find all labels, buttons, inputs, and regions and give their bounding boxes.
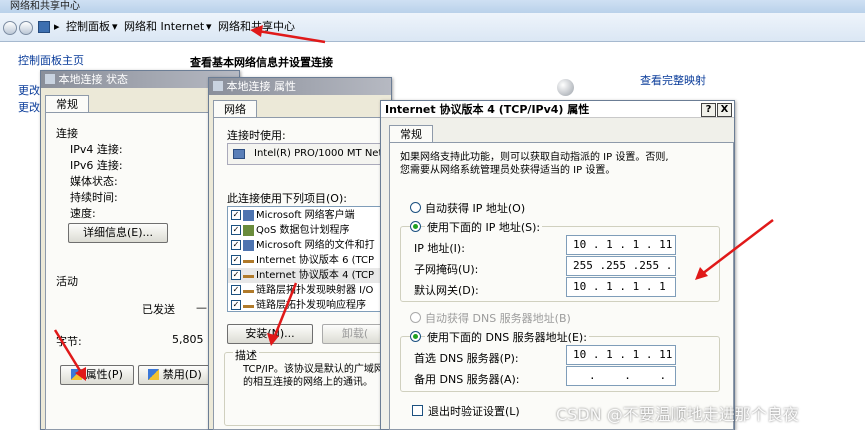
arrow-ipv4-item	[267, 282, 298, 346]
arrow-ip-fields	[695, 219, 774, 280]
arrow-breadcrumb	[250, 25, 326, 44]
annotation-layer	[53, 25, 774, 381]
watermark: CSDN @不要温顺地走进那个良夜	[556, 405, 799, 424]
arrow-properties-button	[53, 329, 86, 381]
